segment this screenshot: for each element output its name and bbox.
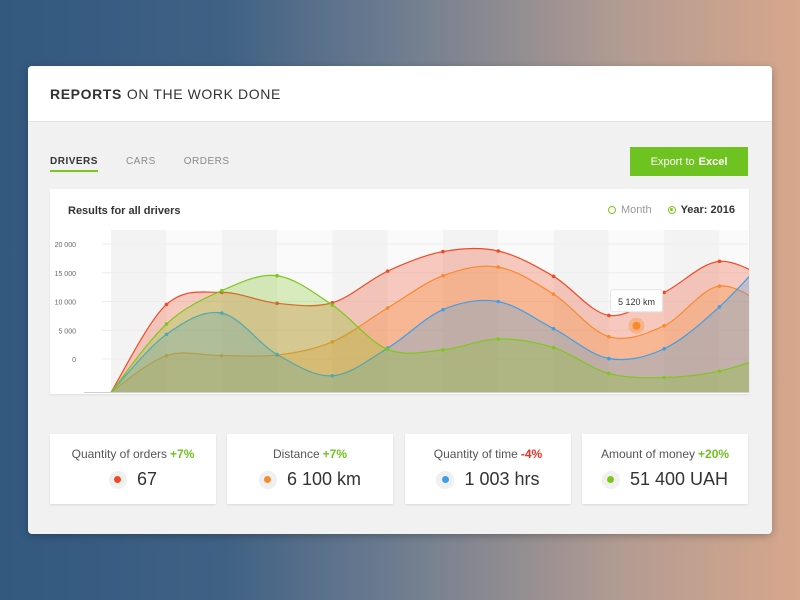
tooltip-label: 5 120 km (618, 297, 655, 307)
data-point[interactable] (496, 249, 501, 253)
data-point[interactable] (219, 288, 224, 293)
data-point[interactable] (496, 299, 501, 304)
export-label: Export to (650, 155, 695, 168)
stat-label: Quantity of time (433, 447, 518, 461)
stat-dot (607, 476, 615, 483)
tab-cars[interactable]: CARS (126, 156, 156, 172)
data-point[interactable] (496, 265, 501, 269)
y-tick-label: 20 000 (55, 242, 77, 249)
page-title-rest: ON THE WORK DONE (126, 85, 281, 102)
stat-time: Quantity of time -4% 1 003 hrs (405, 434, 571, 504)
data-point[interactable] (441, 249, 445, 254)
page-title-bold: REPORTS (50, 85, 122, 102)
reports-card: REPORTS ON THE WORK DONE DRIVERS CARS OR… (28, 66, 772, 534)
stat-value-row: 67 (50, 469, 216, 490)
data-point[interactable] (717, 304, 722, 309)
highlight-point (632, 321, 641, 330)
data-point[interactable] (441, 307, 445, 312)
stat-change: -4% (520, 447, 543, 461)
stat-label: Amount of money (600, 447, 696, 461)
page-title: REPORTS ON THE WORK DONE (28, 66, 772, 122)
stat-title: Quantity of time -4% (405, 447, 571, 461)
dot-icon (601, 470, 620, 489)
data-point[interactable] (385, 347, 390, 352)
data-point[interactable] (607, 356, 611, 361)
data-point[interactable] (717, 259, 722, 264)
area-chart: 05 00010 00015 00020 000JanuaryFebruaryM… (55, 230, 749, 393)
data-point[interactable] (551, 274, 556, 279)
data-point[interactable] (607, 334, 611, 339)
export-excel-button[interactable]: Export to Excel (630, 147, 748, 176)
stat-change: +20% (698, 447, 730, 461)
tab-orders[interactable]: ORDERS (184, 156, 230, 172)
data-point[interactable] (662, 323, 666, 328)
stat-title: Distance +7% (227, 447, 393, 461)
stat-value: 1 003 hrs (464, 469, 540, 489)
data-point[interactable] (607, 371, 611, 376)
stat-distance: Distance +7% 6 100 km (227, 434, 393, 504)
stat-title: Quantity of orders +7% (50, 447, 216, 461)
export-label-bold: Excel (698, 155, 728, 168)
stat-dot (114, 476, 122, 483)
data-point[interactable] (275, 273, 279, 278)
data-point[interactable] (717, 284, 722, 288)
stat-change: +7% (322, 447, 348, 461)
data-point[interactable] (164, 322, 169, 326)
data-point[interactable] (385, 306, 390, 310)
data-point[interactable] (441, 348, 445, 352)
stat-label: Quantity of orders (71, 447, 168, 461)
stat-value: 67 (136, 469, 158, 489)
y-tick-label: 5 000 (58, 328, 76, 335)
stat-value-row: 1 003 hrs (405, 469, 571, 490)
chart-panel: Results for all drivers Month Year: 2016… (50, 189, 749, 394)
y-tick-label: 0 (72, 357, 76, 364)
stat-value: 6 100 km (286, 469, 362, 489)
tab-drivers[interactable]: DRIVERS (50, 156, 98, 172)
data-point[interactable] (551, 345, 556, 350)
stat-money: Amount of money +20% 51 400 UAH (582, 434, 748, 504)
data-point[interactable] (662, 375, 666, 380)
data-point[interactable] (607, 313, 611, 318)
tab-bar: DRIVERS CARS ORDERS (50, 156, 230, 172)
data-point[interactable] (717, 369, 722, 373)
stat-orders: Quantity of orders +7% 67 (50, 434, 216, 504)
y-tick-label: 15 000 (55, 271, 77, 278)
dot-icon (436, 470, 455, 489)
stat-value-row: 51 400 UAH (582, 469, 748, 490)
stat-dot (441, 476, 449, 483)
data-point[interactable] (330, 303, 335, 307)
dot-icon (108, 470, 127, 489)
stat-label: Distance (272, 447, 320, 461)
data-point[interactable] (441, 273, 445, 278)
data-point[interactable] (551, 326, 556, 331)
data-point[interactable] (662, 346, 666, 351)
stat-change: +7% (170, 447, 195, 461)
stat-value-row: 6 100 km (227, 469, 393, 490)
stat-dot (264, 476, 272, 483)
dot-icon (258, 470, 277, 489)
stat-value: 51 400 UAH (629, 469, 729, 489)
data-point[interactable] (385, 269, 390, 273)
stat-title: Amount of money +20% (582, 447, 748, 461)
data-point[interactable] (164, 302, 169, 307)
data-point[interactable] (551, 292, 556, 296)
y-tick-label: 10 000 (55, 300, 77, 307)
data-point[interactable] (496, 337, 501, 341)
